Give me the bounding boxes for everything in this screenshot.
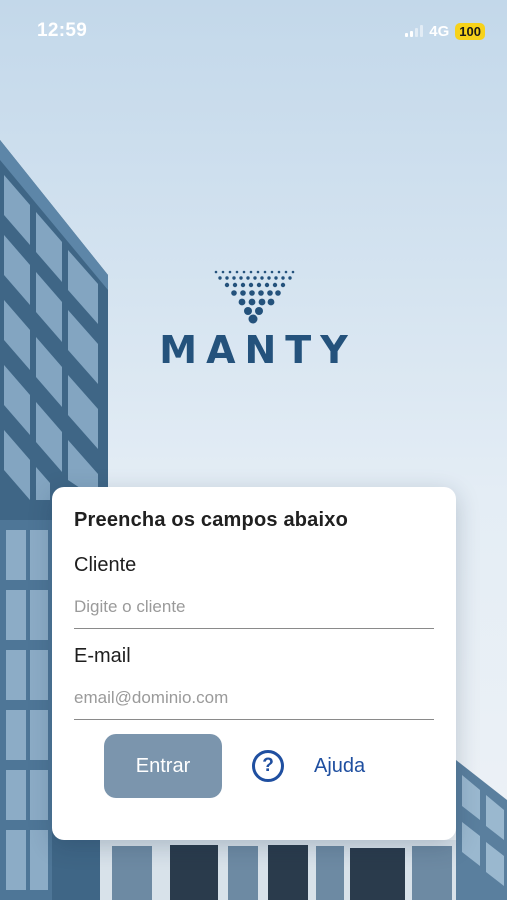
client-label: Cliente: [74, 554, 137, 576]
client-input[interactable]: [74, 577, 434, 629]
enter-button[interactable]: Entrar: [104, 734, 222, 798]
help-link[interactable]: ? Ajuda: [252, 750, 365, 782]
droplet-dots-icon: [214, 270, 294, 324]
battery-indicator: 100: [455, 22, 485, 40]
network-label: 4G: [429, 22, 450, 40]
email-label: E-mail: [74, 645, 131, 667]
brand-name: MANTY: [159, 328, 357, 372]
status-bar: 12:59 4G 100: [0, 0, 507, 62]
card-actions: Entrar ? Ajuda: [74, 734, 434, 798]
status-time: 12:59: [37, 20, 88, 41]
help-label[interactable]: Ajuda: [314, 755, 365, 778]
login-card: Preencha os campos abaixo Cliente E-mail…: [52, 487, 456, 840]
question-circle-icon[interactable]: ?: [252, 750, 284, 782]
signal-icon: [405, 25, 424, 37]
email-input[interactable]: [74, 668, 434, 720]
card-title: Preencha os campos abaixo: [74, 509, 349, 531]
status-indicators: 4G 100: [405, 22, 485, 40]
app-logo: MANTY: [0, 268, 507, 372]
